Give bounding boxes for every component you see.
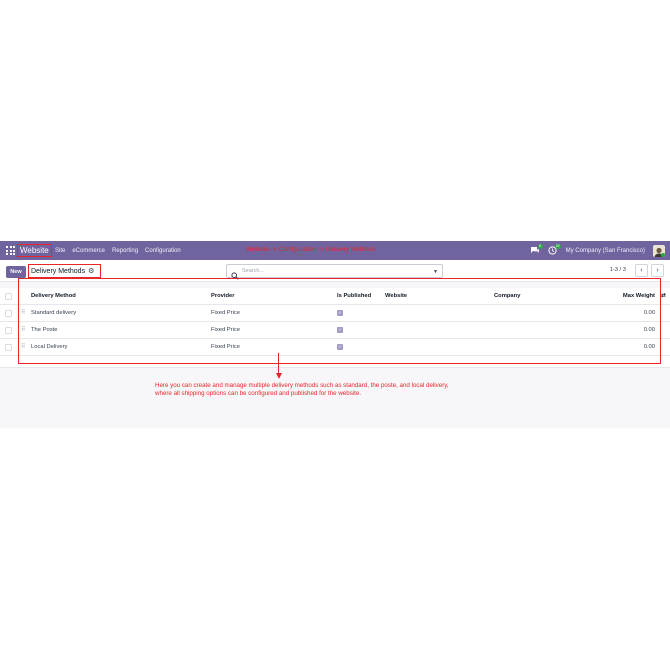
column-header-company[interactable]: Company bbox=[494, 288, 520, 305]
column-header-provider[interactable]: Provider bbox=[211, 288, 235, 305]
cell-provider: Fixed Price bbox=[211, 310, 240, 316]
column-header-max-weight[interactable]: Max Weight bbox=[623, 288, 655, 305]
activity-badge: 20 bbox=[554, 244, 561, 249]
annotation-line-1: Here you can create and manage multiple … bbox=[155, 382, 449, 389]
annotation-text: Here you can create and manage multiple … bbox=[155, 382, 555, 398]
cell-max-weight: 0.00 bbox=[643, 327, 655, 333]
annotation-line-2: where all shipping options can be config… bbox=[155, 390, 362, 397]
cell-delivery-method[interactable]: Local Delivery bbox=[31, 339, 67, 356]
list-empty-filler bbox=[0, 356, 670, 368]
table-row[interactable]: ⠿ Standard delivery Fixed Price ✓ 0.00 bbox=[0, 305, 670, 322]
column-header-website[interactable]: Website bbox=[385, 288, 407, 305]
row-checkbox[interactable] bbox=[5, 344, 12, 351]
menu-item-reporting[interactable]: Reporting bbox=[112, 248, 138, 254]
apps-menu-icon[interactable] bbox=[6, 246, 15, 255]
cell-max-weight: 0.00 bbox=[643, 344, 655, 350]
chevron-left-icon: ‹ bbox=[640, 267, 643, 274]
search-icon bbox=[231, 267, 239, 280]
drag-handle-icon[interactable]: ⠿ bbox=[21, 339, 25, 356]
search-dropdown-toggle-icon[interactable]: ▼ bbox=[433, 269, 438, 275]
is-published-checkbox[interactable]: ✓ bbox=[337, 344, 343, 350]
table-header: Delivery Method Provider Is Published We… bbox=[0, 288, 670, 305]
odoo-app: Website Site eCommerce Reporting Configu… bbox=[0, 241, 670, 428]
activity-clock-icon[interactable]: 20 bbox=[548, 244, 561, 255]
cell-provider: Fixed Price bbox=[211, 344, 240, 350]
pager-value[interactable]: 1-3 / 3 bbox=[610, 267, 626, 273]
pager-next-button[interactable]: › bbox=[651, 264, 664, 277]
menu-item-ecommerce[interactable]: eCommerce bbox=[72, 248, 105, 254]
search-bar: ▼ bbox=[226, 264, 443, 280]
breadcrumb: Delivery Methods ⚙ bbox=[28, 264, 101, 278]
user-avatar[interactable] bbox=[653, 244, 665, 257]
screenshot-canvas: Website Site eCommerce Reporting Configu… bbox=[0, 0, 670, 670]
gear-icon[interactable]: ⚙ bbox=[88, 268, 94, 275]
page-title: Delivery Methods bbox=[31, 267, 86, 275]
table-row[interactable]: ⠿ Local Delivery Fixed Price ✓ 0.00 bbox=[0, 339, 670, 356]
app-brand[interactable]: Website bbox=[17, 244, 52, 257]
table-row[interactable]: ⠿ The Poste Fixed Price ✓ 0.00 bbox=[0, 322, 670, 339]
cell-delivery-method[interactable]: The Poste bbox=[31, 322, 57, 339]
annotation-arrow-head-icon bbox=[275, 373, 282, 379]
row-checkbox[interactable] bbox=[5, 310, 12, 317]
top-navbar: Website Site eCommerce Reporting Configu… bbox=[0, 241, 670, 260]
chat-badge: 8 bbox=[537, 244, 543, 249]
drag-handle-icon[interactable]: ⠿ bbox=[21, 322, 25, 339]
navbar-systray: 8 20 My Company (San Francisco) bbox=[530, 241, 665, 260]
cell-provider: Fixed Price bbox=[211, 327, 240, 333]
chevron-right-icon: › bbox=[656, 267, 659, 274]
menu-item-site[interactable]: Site bbox=[55, 248, 65, 254]
company-switcher[interactable]: My Company (San Francisco) bbox=[566, 248, 645, 254]
row-checkbox[interactable] bbox=[5, 327, 12, 334]
delivery-methods-list: Delivery Method Provider Is Published We… bbox=[0, 288, 670, 368]
column-header-delivery-method[interactable]: Delivery Method bbox=[31, 288, 76, 305]
column-header-is-published[interactable]: Is Published bbox=[337, 288, 371, 305]
menu-item-configuration[interactable]: Configuration bbox=[145, 248, 181, 254]
control-panel: New Delivery Methods ⚙ ▼ 1-3 / 3 ‹ › bbox=[0, 260, 670, 282]
navigation-path-annotation: Website -> Configuration -> Delivery Met… bbox=[246, 246, 376, 253]
chat-icon[interactable]: 8 bbox=[530, 244, 543, 255]
main-menu: Site eCommerce Reporting Configuration bbox=[55, 241, 181, 260]
online-status-dot bbox=[661, 252, 665, 257]
select-all-checkbox[interactable] bbox=[5, 293, 12, 300]
optional-columns-toggle-icon[interactable]: ⇄ bbox=[661, 288, 666, 305]
cell-max-weight: 0.00 bbox=[643, 310, 655, 316]
pager-previous-button[interactable]: ‹ bbox=[635, 264, 648, 277]
search-input[interactable] bbox=[242, 268, 422, 274]
is-published-checkbox[interactable]: ✓ bbox=[337, 310, 343, 316]
new-button[interactable]: New bbox=[6, 266, 26, 278]
cell-delivery-method[interactable]: Standard delivery bbox=[31, 305, 76, 322]
is-published-checkbox[interactable]: ✓ bbox=[337, 327, 343, 333]
drag-handle-icon[interactable]: ⠿ bbox=[21, 305, 25, 322]
